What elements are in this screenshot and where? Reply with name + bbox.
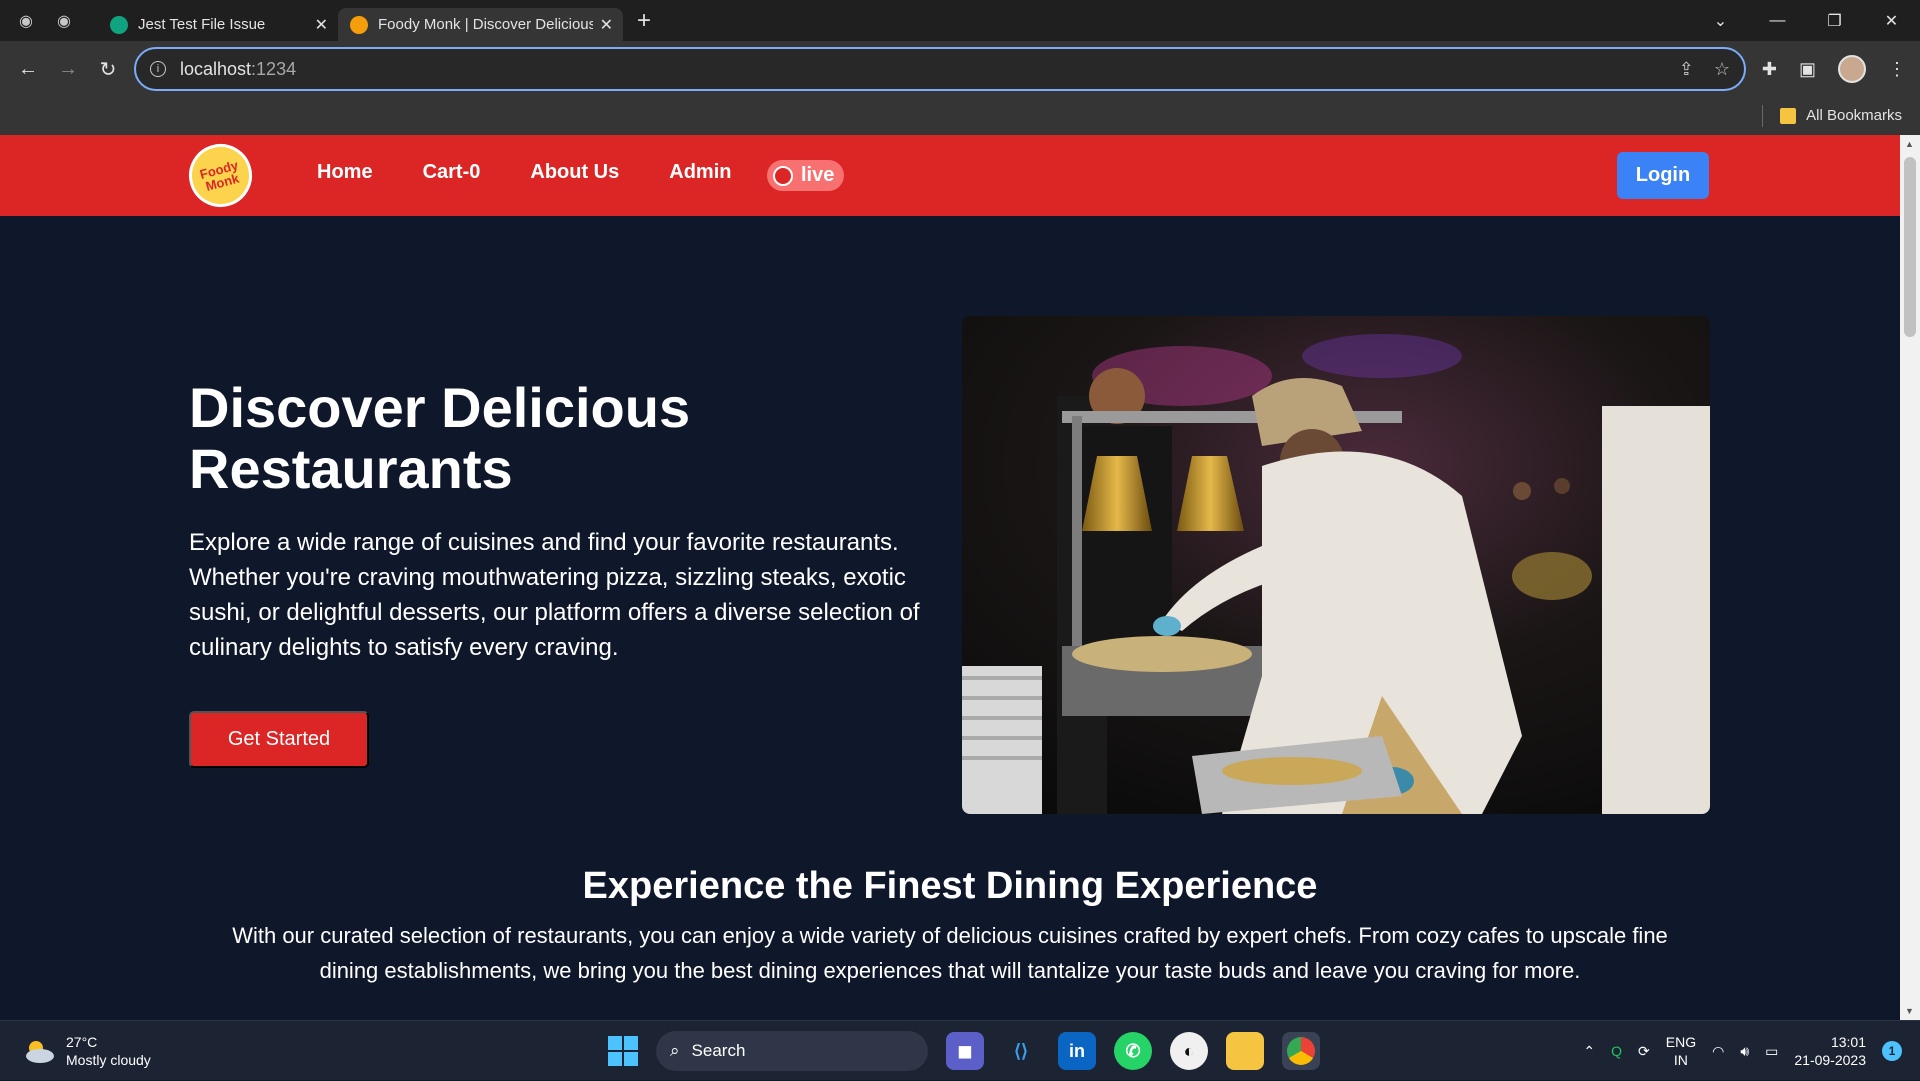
- nav-home[interactable]: Home: [317, 161, 373, 184]
- profile-avatar[interactable]: [1838, 55, 1866, 83]
- q-app-icon[interactable]: Q: [1611, 1043, 1622, 1059]
- live-toggle[interactable]: live: [767, 160, 844, 191]
- clock-time: 13:01: [1830, 1034, 1866, 1050]
- sync-icon[interactable]: ⟳: [1638, 1043, 1650, 1060]
- get-started-button[interactable]: Get Started: [189, 711, 369, 768]
- back-icon[interactable]: ←: [8, 58, 48, 81]
- login-button[interactable]: Login: [1617, 152, 1709, 199]
- region-code: IN: [1673, 1052, 1688, 1068]
- whatsapp-icon[interactable]: ✆: [1114, 1032, 1152, 1070]
- github-icon[interactable]: ◐: [1170, 1032, 1208, 1070]
- close-tab-icon[interactable]: ✕: [600, 15, 613, 35]
- bookmark-star-icon[interactable]: ☆: [1714, 59, 1730, 80]
- site-navbar: Foody Monk Home Cart-0 About Us Admin liv…: [0, 135, 1900, 216]
- linkedin-icon[interactable]: in: [1058, 1032, 1096, 1070]
- nav-cart[interactable]: Cart-0: [423, 161, 481, 184]
- close-window-icon[interactable]: ✕: [1863, 11, 1920, 31]
- scrollbar-thumb[interactable]: [1904, 157, 1916, 337]
- vscode-icon[interactable]: ⟨⟩: [1002, 1032, 1040, 1070]
- search-label: Search: [691, 1041, 746, 1060]
- clock[interactable]: 13:01 21-09-2023: [1794, 1033, 1866, 1069]
- tab-foody-monk[interactable]: Foody Monk | Discover Delicious ✕: [338, 8, 623, 41]
- file-explorer-icon[interactable]: [1226, 1032, 1264, 1070]
- foody-monk-logo[interactable]: Foody Monk: [181, 136, 260, 215]
- wifi-icon[interactable]: ◠: [1712, 1043, 1724, 1060]
- live-label: live: [801, 164, 835, 186]
- close-tab-icon[interactable]: ✕: [315, 15, 328, 35]
- hero-description: Explore a wide range of cuisines and fin…: [189, 529, 920, 661]
- minimize-icon[interactable]: —: [1749, 12, 1806, 30]
- section-description: With our curated selection of restaurant…: [232, 923, 1668, 983]
- side-panel-icon[interactable]: ▣: [1799, 59, 1816, 80]
- battery-icon[interactable]: ▭: [1765, 1043, 1778, 1060]
- chrome-icon[interactable]: [1282, 1032, 1320, 1070]
- page-viewport: Foody Monk Home Cart-0 About Us Admin liv…: [0, 135, 1900, 1020]
- site-info-icon[interactable]: i: [150, 61, 166, 77]
- search-icon: ⌕: [670, 1041, 680, 1060]
- toggle-knob: [773, 165, 793, 186]
- restore-icon[interactable]: ❐: [1806, 11, 1863, 31]
- windows-taskbar: 27°C Mostly cloudy ⌕ Search ◼ ⟨⟩ in ✆ ◐ …: [0, 1020, 1920, 1080]
- folder-icon: [1780, 107, 1797, 124]
- window-controls: ⌄ — ❐ ✕: [1692, 0, 1920, 41]
- tab-group-icon[interactable]: ◉: [14, 9, 38, 33]
- url-port: :1234: [251, 58, 297, 79]
- extensions-icon[interactable]: ✚: [1762, 59, 1777, 80]
- share-icon[interactable]: ⇪: [1679, 59, 1694, 80]
- browser-toolbar: ← → ↻ i localhost:1234 ⇪ ☆ ✚ ▣ ⋮: [0, 41, 1920, 97]
- scroll-up-icon[interactable]: ▲: [1905, 139, 1914, 149]
- bookmarks-bar: All Bookmarks: [0, 97, 1920, 135]
- browser-tabstrip: ◉ ◉ Jest Test File Issue ✕ Foody Monk | …: [0, 0, 1920, 41]
- forward-icon[interactable]: →: [48, 58, 88, 81]
- hero-title: Discover Delicious Restaurants: [189, 376, 691, 500]
- url-text[interactable]: localhost:1234: [180, 59, 296, 80]
- chatgpt-icon: [110, 15, 128, 34]
- notification-badge[interactable]: 1: [1882, 1041, 1902, 1061]
- lang-code: ENG: [1665, 1034, 1697, 1050]
- volume-icon[interactable]: 🔊︎: [1740, 1043, 1749, 1060]
- reload-icon[interactable]: ↻: [88, 57, 128, 82]
- menu-icon[interactable]: ⋮: [1888, 59, 1906, 80]
- tab-group-icon-2[interactable]: ◉: [52, 9, 76, 33]
- new-tab-icon[interactable]: +: [637, 7, 651, 35]
- nav-about-us[interactable]: About Us: [530, 161, 619, 184]
- cloudy-weather-icon: [26, 1041, 54, 1063]
- address-bar[interactable]: i localhost:1234 ⇪ ☆: [134, 47, 1746, 91]
- show-hidden-icons-icon[interactable]: ⌃: [1583, 1043, 1595, 1060]
- nav-admin[interactable]: Admin: [669, 161, 731, 184]
- weather-desc: Mostly cloudy: [66, 1052, 151, 1068]
- system-tray: ⌃ Q ⟳ ENG IN ◠ 🔊︎ ▭ 13:01 21-09-2023 1: [1583, 1021, 1920, 1081]
- bookmarks-divider: [1762, 105, 1763, 127]
- tab-title: Jest Test File Issue: [138, 16, 266, 33]
- hero-chef-image: [962, 316, 1710, 814]
- tab-jest-test[interactable]: Jest Test File Issue ✕: [98, 8, 338, 41]
- weather-temp: 27°C: [66, 1034, 98, 1050]
- url-host: localhost: [180, 58, 252, 79]
- page-scrollbar[interactable]: ▲ ▼: [1900, 135, 1920, 1020]
- tab-search-chevron-icon[interactable]: ⌄: [1692, 11, 1749, 31]
- teams-icon[interactable]: ◼: [946, 1032, 984, 1070]
- language-indicator[interactable]: ENG IN: [1666, 1033, 1696, 1069]
- scroll-down-icon[interactable]: ▼: [1905, 1006, 1914, 1016]
- tab-title: Foody Monk | Discover Delicious: [378, 16, 593, 33]
- weather-widget[interactable]: 27°C Mostly cloudy: [22, 1033, 151, 1069]
- taskbar-search[interactable]: ⌕ Search: [656, 1031, 928, 1071]
- section-title: Experience the Finest Dining Experience: [582, 865, 1318, 907]
- all-bookmarks-button[interactable]: All Bookmarks: [1780, 107, 1902, 124]
- all-bookmarks-label: All Bookmarks: [1806, 107, 1902, 124]
- foody-monk-favicon: [350, 15, 368, 34]
- clock-date: 21-09-2023: [1794, 1052, 1866, 1068]
- windows-start-icon[interactable]: [608, 1036, 638, 1066]
